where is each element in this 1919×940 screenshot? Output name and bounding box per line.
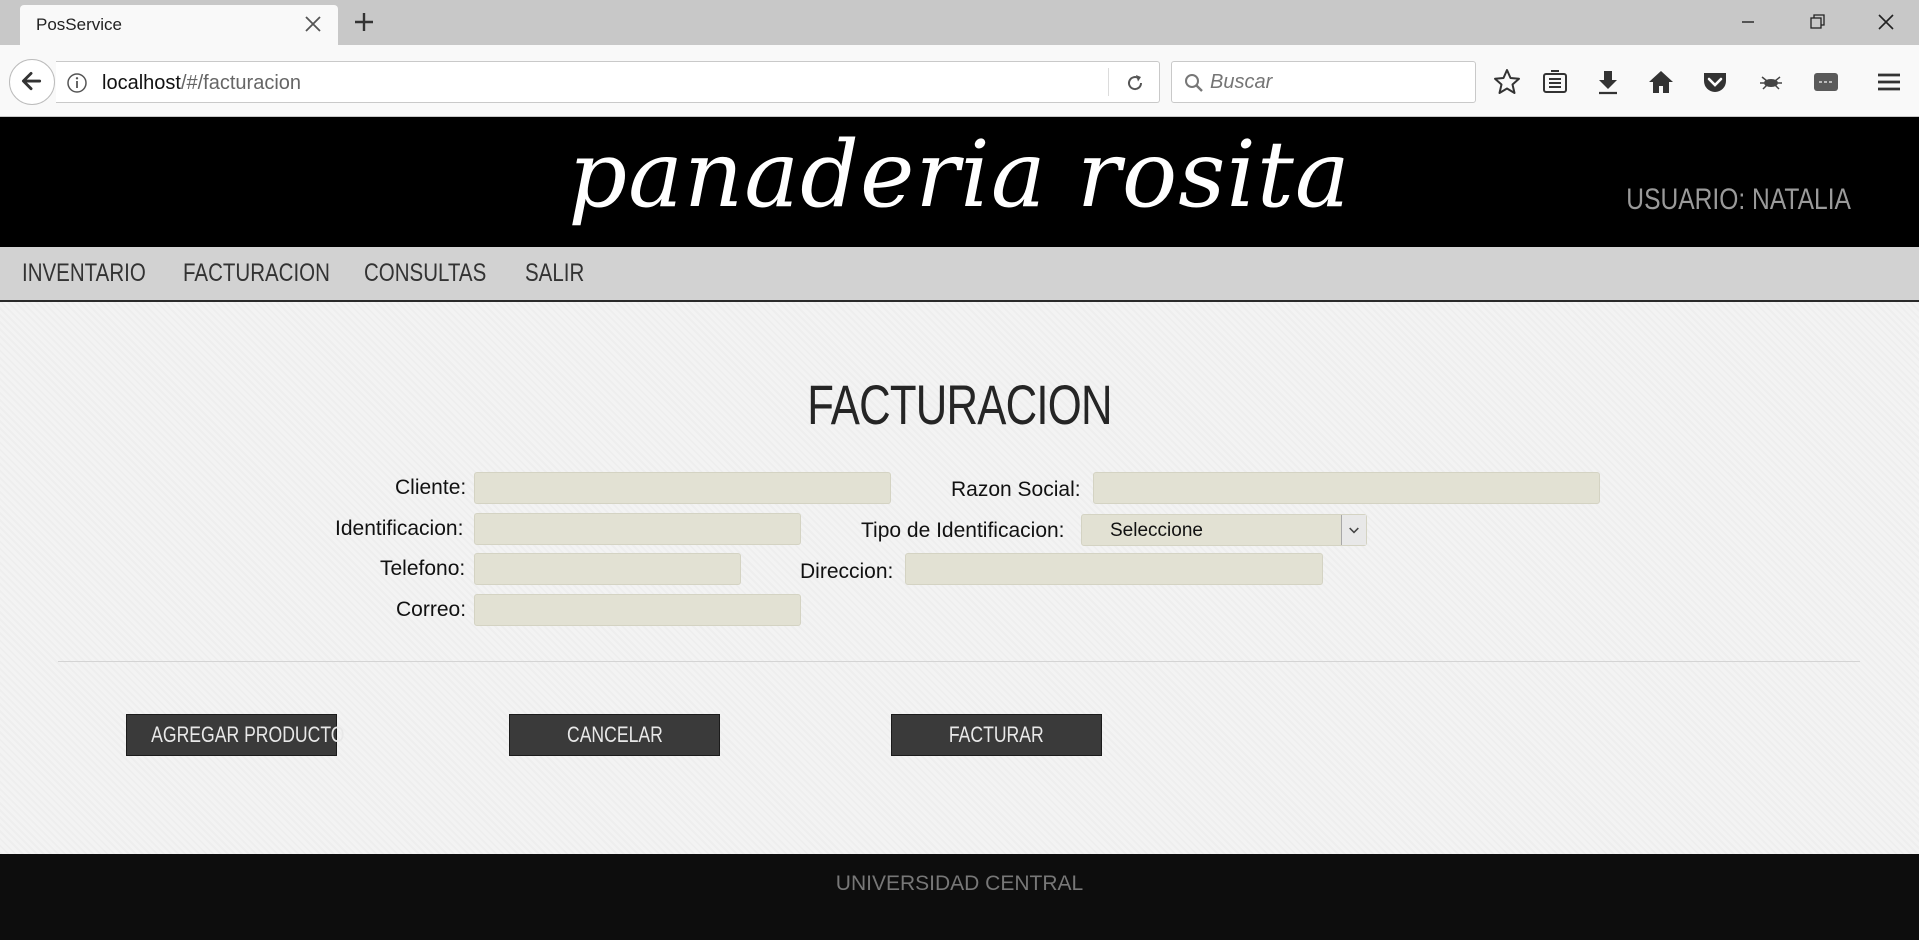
browser-nav-bar: localhost/#/facturacion xyxy=(0,45,1919,117)
correo-label: Correo: xyxy=(396,598,467,621)
extension-box-icon[interactable] xyxy=(1811,67,1841,97)
url-path: /#/facturacion xyxy=(180,72,302,94)
close-tab-icon[interactable] xyxy=(304,15,322,33)
url-host: localhost xyxy=(102,72,181,94)
main-content: FACTURACION Cliente: Razon Social: Ident… xyxy=(0,302,1919,854)
tab-title: PosService xyxy=(36,15,122,34)
cancelar-label: CANCELAR xyxy=(566,722,663,747)
tipo-identificacion-label: Tipo de Identificacion: xyxy=(861,519,1065,542)
tipo-identificacion-selected: Seleccione xyxy=(1110,520,1203,541)
back-button[interactable] xyxy=(9,59,55,105)
razon-social-label: Razon Social: xyxy=(951,478,1081,501)
new-tab-icon[interactable] xyxy=(352,10,376,34)
site-footer: UNIVERSIDAD CENTRAL xyxy=(0,854,1919,940)
correo-input[interactable] xyxy=(474,594,801,626)
page-title: FACTURACION xyxy=(807,373,1112,436)
download-icon[interactable] xyxy=(1593,67,1623,97)
user-label: USUARIO: NATALIA xyxy=(1626,183,1851,216)
browser-tab-bar: PosService xyxy=(0,0,1919,45)
agregar-producto-label: AGREGAR PRODUCTO xyxy=(151,722,345,747)
tipo-identificacion-select[interactable]: Seleccione xyxy=(1081,514,1367,546)
url-text: localhost/#/facturacion xyxy=(102,72,301,95)
cancelar-button[interactable]: CANCELAR xyxy=(509,714,720,756)
select-dropdown-button[interactable] xyxy=(1341,515,1366,545)
search-icon xyxy=(1185,74,1203,92)
reading-list-icon[interactable] xyxy=(1540,67,1570,97)
identificacion-label: Identificacion: xyxy=(335,517,464,540)
pocket-icon[interactable] xyxy=(1700,67,1730,97)
agregar-producto-button[interactable]: AGREGAR PRODUCTO xyxy=(126,714,344,756)
cliente-input[interactable] xyxy=(474,472,891,504)
telefono-label: Telefono: xyxy=(380,557,466,580)
section-divider xyxy=(58,661,1860,662)
back-arrow-icon xyxy=(21,71,42,91)
browser-tab[interactable]: PosService xyxy=(20,5,338,45)
facturar-button[interactable]: FACTURAR xyxy=(891,714,1102,756)
footer-text: UNIVERSIDAD CENTRAL xyxy=(835,872,1084,895)
telefono-input[interactable] xyxy=(474,553,741,585)
chevron-down-icon xyxy=(1349,527,1359,534)
cliente-label: Cliente: xyxy=(395,476,467,499)
close-window-icon[interactable] xyxy=(1871,8,1901,36)
bookmark-star-icon[interactable] xyxy=(1492,67,1522,97)
search-input[interactable] xyxy=(1210,68,1465,96)
reload-icon[interactable] xyxy=(1124,72,1146,94)
extension-bug-icon[interactable] xyxy=(1756,67,1786,97)
site-header: panaderia rosita USUARIO: NATALIA xyxy=(0,117,1919,247)
menu-item-inventario[interactable]: INVENTARIO xyxy=(22,259,146,288)
direccion-label: Direccion: xyxy=(800,560,894,583)
menu-hamburger-icon[interactable] xyxy=(1874,67,1904,97)
minimize-window-icon[interactable] xyxy=(1733,8,1763,36)
identificacion-input[interactable] xyxy=(474,513,801,545)
restore-window-icon[interactable] xyxy=(1802,8,1832,36)
direccion-input[interactable] xyxy=(905,553,1323,585)
info-icon[interactable] xyxy=(66,72,88,94)
menu-item-consultas[interactable]: CONSULTAS xyxy=(364,259,486,288)
home-icon[interactable] xyxy=(1646,67,1676,97)
menu-item-salir[interactable]: SALIR xyxy=(525,259,584,288)
main-menu: INVENTARIO FACTURACION CONSULTAS SALIR xyxy=(0,247,1919,302)
url-separator xyxy=(1108,68,1109,96)
razon-social-input[interactable] xyxy=(1093,472,1600,504)
menu-item-facturacion[interactable]: FACTURACION xyxy=(183,259,330,288)
search-bar[interactable] xyxy=(1171,61,1476,103)
facturar-label: FACTURAR xyxy=(949,722,1044,747)
url-bar[interactable]: localhost/#/facturacion xyxy=(56,61,1160,103)
